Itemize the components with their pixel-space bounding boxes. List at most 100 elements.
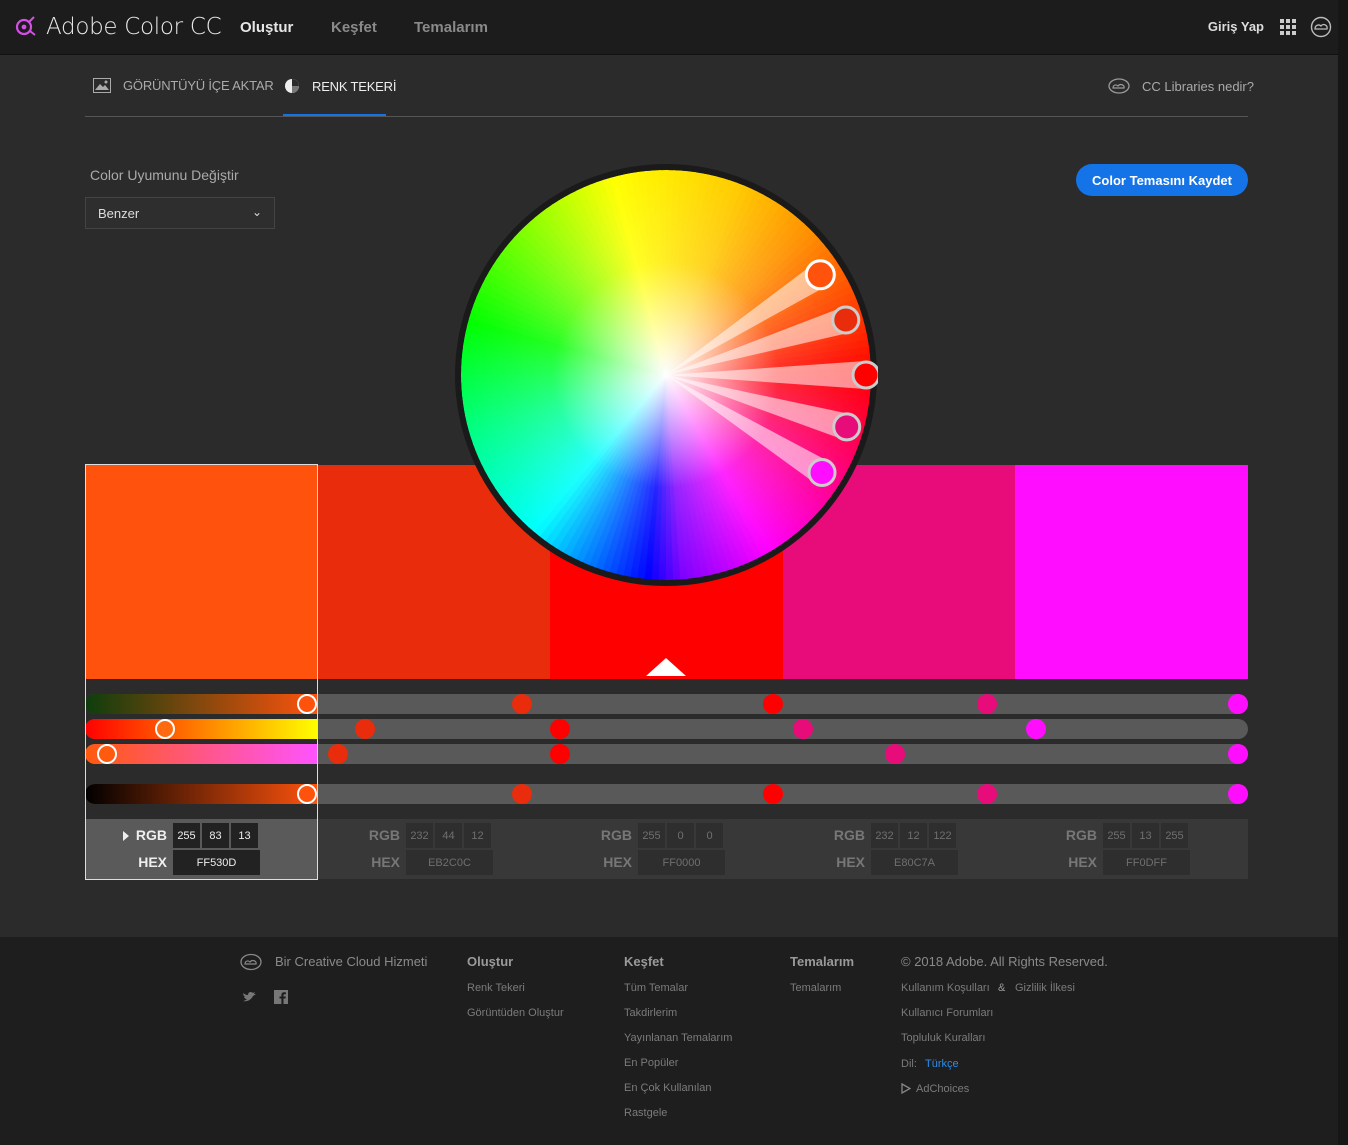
slider-dot[interactable] xyxy=(763,784,783,804)
color-wheel-icon xyxy=(285,79,299,93)
tab-import-image[interactable]: GÖRÜNTÜYÜ İÇE AKTAR xyxy=(93,78,274,93)
rgb-input[interactable]: 12 xyxy=(900,823,927,848)
wheel-handle-3[interactable] xyxy=(851,360,881,390)
creative-cloud-icon[interactable] xyxy=(1310,16,1332,38)
slider-dot[interactable] xyxy=(550,744,570,764)
rgb-input[interactable]: 0 xyxy=(696,823,723,848)
rgb-input[interactable]: 13 xyxy=(231,823,258,848)
hex-input[interactable]: E80C7A xyxy=(871,850,958,875)
nav-temalarim[interactable]: Temalarım xyxy=(414,19,488,36)
slider-dot[interactable] xyxy=(1228,744,1248,764)
community-link[interactable]: Topluluk Kuralları xyxy=(901,1032,985,1044)
slider-gradient-3[interactable] xyxy=(85,744,318,764)
harmony-label: Color Uyumunu Değiştir xyxy=(90,167,239,183)
adobe-color-logo-icon[interactable] xyxy=(14,15,36,37)
save-theme-button[interactable]: Color Temasını Kaydet xyxy=(1076,164,1248,196)
apps-grid-icon[interactable] xyxy=(1280,19,1296,35)
hex-input[interactable]: FF530D xyxy=(173,850,260,875)
tab-color-wheel[interactable]: RENK TEKERİ xyxy=(284,78,396,94)
language-select[interactable]: Türkçe xyxy=(925,1058,959,1070)
slider-dot[interactable] xyxy=(1026,719,1046,739)
slider-knob-4[interactable] xyxy=(297,784,317,804)
terms-link[interactable]: Kullanım Koşulları xyxy=(901,982,990,994)
slider-knob-3[interactable] xyxy=(97,744,117,764)
slider-gradient-2[interactable] xyxy=(85,719,318,739)
wheel-handle-4[interactable] xyxy=(832,412,862,442)
rgb-input[interactable]: 12 xyxy=(464,823,491,848)
slider-knob-2[interactable] xyxy=(155,719,175,739)
rgb-input[interactable]: 83 xyxy=(202,823,229,848)
slider-gradient-4[interactable] xyxy=(85,784,318,804)
forums-link[interactable]: Kullanıcı Forumları xyxy=(901,1007,993,1019)
wheel-handle-5[interactable] xyxy=(807,458,837,488)
adchoices-icon[interactable] xyxy=(901,1083,911,1094)
slider-dot[interactable] xyxy=(355,719,375,739)
slider-gradient-1[interactable] xyxy=(85,694,318,714)
slider-dot[interactable] xyxy=(1228,694,1248,714)
app-title[interactable]: Adobe Color CC xyxy=(46,14,222,40)
rgb-label: RGB xyxy=(368,827,400,843)
footer-link[interactable]: Tüm Temalar xyxy=(624,982,688,994)
hex-label: HEX xyxy=(836,854,865,870)
rgb-input[interactable]: 13 xyxy=(1132,823,1159,848)
slider-dot[interactable] xyxy=(512,784,532,804)
slider-dot[interactable] xyxy=(977,784,997,804)
login-link[interactable]: Giriş Yap xyxy=(1208,19,1264,34)
color-wheel[interactable] xyxy=(454,163,881,587)
slider-dot[interactable] xyxy=(763,694,783,714)
footer-link[interactable]: En Çok Kullanılan xyxy=(624,1082,711,1094)
rgb-input[interactable]: 44 xyxy=(435,823,462,848)
copyright: © 2018 Adobe. All Rights Reserved. xyxy=(901,954,1108,969)
rgb-input[interactable]: 255 xyxy=(173,823,200,848)
rgb-input[interactable]: 232 xyxy=(871,823,898,848)
facebook-icon[interactable] xyxy=(274,990,288,1004)
rgb-input[interactable]: 232 xyxy=(406,823,433,848)
swatch-1[interactable] xyxy=(85,465,318,679)
slider-dot[interactable] xyxy=(793,719,813,739)
rgb-input[interactable]: 255 xyxy=(638,823,665,848)
creative-cloud-icon xyxy=(240,953,262,971)
footer-heading-temalarim: Temalarım xyxy=(790,954,855,969)
hex-input[interactable]: FF0DFF xyxy=(1103,850,1190,875)
hex-label: HEX xyxy=(138,854,167,870)
harmony-selected-value: Benzer xyxy=(98,206,140,221)
slider-dot[interactable] xyxy=(512,694,532,714)
nav-olustur[interactable]: Oluştur xyxy=(240,19,293,36)
hex-label: HEX xyxy=(1068,854,1097,870)
footer-link[interactable]: En Popüler xyxy=(624,1057,678,1069)
rgb-input[interactable]: 255 xyxy=(1161,823,1188,848)
footer-link[interactable]: Yayınlanan Temalarım xyxy=(624,1032,732,1044)
nav-kesfet[interactable]: Keşfet xyxy=(331,19,377,36)
slider-dot[interactable] xyxy=(1228,784,1248,804)
footer-link[interactable]: Görüntüden Oluştur xyxy=(467,1007,564,1019)
slider-dot[interactable] xyxy=(550,719,570,739)
divider xyxy=(85,116,1248,117)
wheel-handle-2[interactable] xyxy=(831,305,861,335)
rgb-label: RGB xyxy=(600,827,632,843)
slider-dot[interactable] xyxy=(977,694,997,714)
footer-link[interactable]: Rastgele xyxy=(624,1107,667,1119)
adchoices-link[interactable]: AdChoices xyxy=(916,1083,969,1095)
cc-libraries-link[interactable]: CC Libraries nedir? xyxy=(1108,78,1254,94)
ampersand: & xyxy=(998,982,1006,994)
harmony-dropdown[interactable]: Benzer ⌄ xyxy=(85,197,275,229)
privacy-link[interactable]: Gizlilik İlkesi xyxy=(1015,982,1075,994)
twitter-icon[interactable] xyxy=(243,991,257,1003)
footer-link[interactable]: Takdirlerim xyxy=(624,1007,677,1019)
rgb-input[interactable]: 0 xyxy=(667,823,694,848)
hex-label: HEX xyxy=(371,854,400,870)
wheel-handle-1[interactable] xyxy=(804,259,836,291)
slider-dot[interactable] xyxy=(328,744,348,764)
hex-input[interactable]: EB2C0C xyxy=(406,850,493,875)
rgb-label: RGB xyxy=(833,827,865,843)
hex-input[interactable]: FF0000 xyxy=(638,850,725,875)
rgb-input[interactable]: 255 xyxy=(1103,823,1130,848)
footer-link[interactable]: Renk Tekeri xyxy=(467,982,525,994)
scrollbar[interactable] xyxy=(1338,0,1348,1145)
rgb-input[interactable]: 122 xyxy=(929,823,956,848)
swatch-5[interactable] xyxy=(1015,465,1248,679)
footer-link[interactable]: Temalarım xyxy=(790,982,841,994)
tab-import-label: GÖRÜNTÜYÜ İÇE AKTAR xyxy=(123,78,274,93)
slider-dot[interactable] xyxy=(885,744,905,764)
slider-knob-1[interactable] xyxy=(297,694,317,714)
